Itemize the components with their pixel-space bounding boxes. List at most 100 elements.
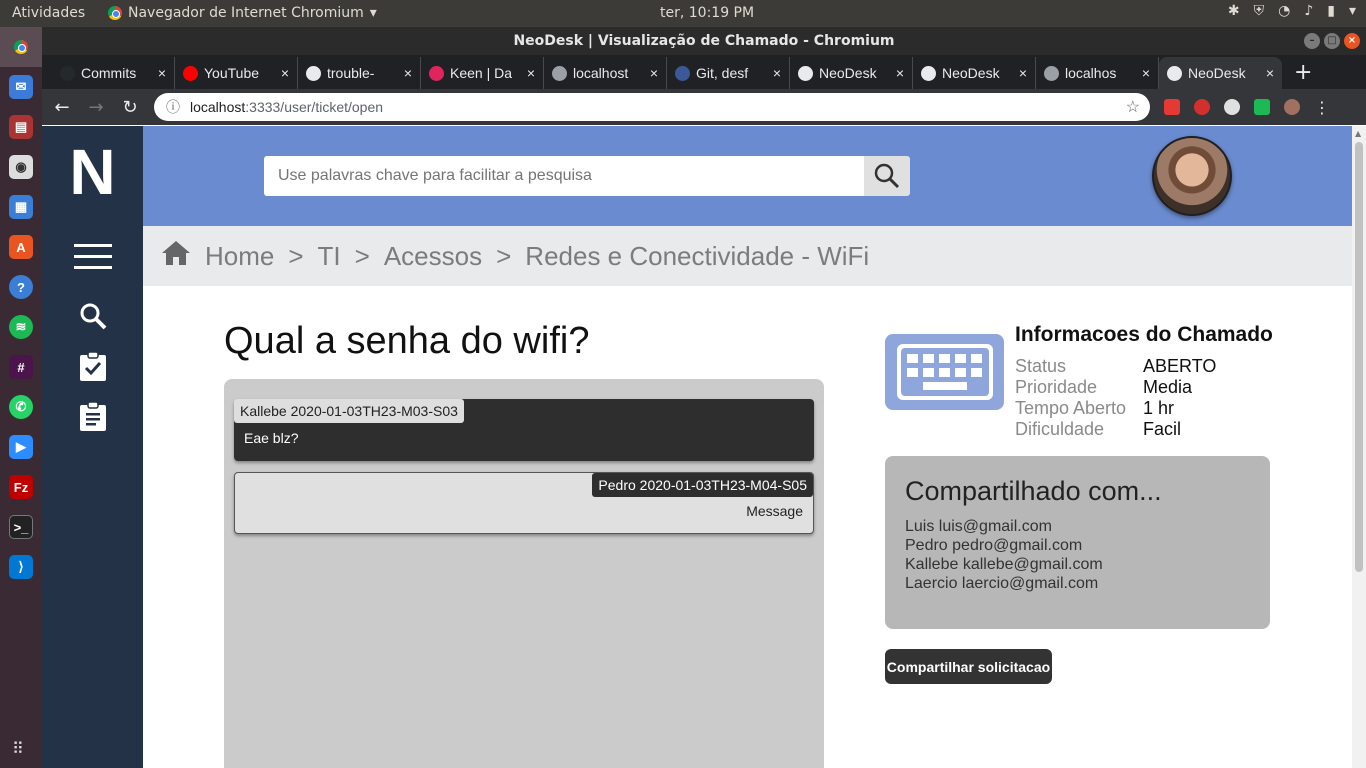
terminal-icon[interactable]: >_	[9, 515, 33, 539]
browser-tab[interactable]: Git, desf ×	[667, 57, 790, 89]
document-viewer-icon[interactable]: ▦	[9, 195, 33, 219]
slack-tray-icon[interactable]: ✱	[1228, 3, 1240, 19]
dock-chromium[interactable]	[0, 27, 42, 67]
chromium-icon	[108, 6, 122, 20]
message-author-stamp: Kallebe 2020-01-03TH23-M03-S03	[234, 399, 464, 423]
disk-icon[interactable]: ◉	[9, 155, 33, 179]
browser-tab[interactable]: NeoDesk ×	[1159, 57, 1282, 89]
browser-tab[interactable]: localhos ×	[1036, 57, 1159, 89]
clock[interactable]: ter, 10:19 PM	[660, 5, 754, 21]
tab-close-icon[interactable]: ×	[1019, 65, 1027, 81]
hamburger-menu-icon[interactable]	[73, 244, 112, 274]
browser-tab[interactable]: trouble- ×	[298, 57, 421, 89]
shared-with-title: Compartilhado com...	[905, 476, 1162, 506]
search-button[interactable]	[864, 156, 910, 196]
activities-button[interactable]: Atividades	[12, 5, 85, 21]
status-value: ABERTO	[1143, 356, 1217, 376]
extension-green-icon[interactable]	[1254, 99, 1270, 115]
tab-close-icon[interactable]: ×	[650, 65, 658, 81]
bookmark-star-icon[interactable]: ☆	[1126, 97, 1140, 117]
url-path: :3333/user/ticket/open	[245, 99, 384, 115]
scroll-up-arrow-icon[interactable]: ▲	[1355, 129, 1361, 138]
breadcrumb-home[interactable]: Home	[205, 241, 274, 272]
address-bar[interactable]: ⓘ localhost:3333/user/ticket/open ☆	[154, 93, 1150, 121]
browser-tab[interactable]: NeoDesk ×	[790, 57, 913, 89]
browser-window: NeoDesk | Visualização de Chamado - Chro…	[42, 27, 1366, 768]
scrollbar-thumb[interactable]	[1355, 142, 1363, 572]
tab-close-icon[interactable]: ×	[527, 65, 535, 81]
show-applications-icon[interactable]: ⠿	[12, 739, 24, 758]
help-icon[interactable]: ?	[9, 275, 33, 299]
archive-icon[interactable]: ▤	[9, 115, 33, 139]
whatsapp-icon[interactable]: ✆	[9, 395, 33, 419]
info-row-difficulty: Dificuldade Facil	[1015, 419, 1216, 440]
tab-close-icon[interactable]: ×	[281, 65, 289, 81]
filezilla-icon[interactable]: Fz	[9, 475, 33, 499]
app-menu[interactable]: Navegador de Internet Chromium ▾	[108, 5, 377, 21]
tab-favicon-icon	[552, 65, 567, 81]
tab-close-icon[interactable]: ×	[1266, 65, 1274, 81]
forward-button[interactable]: →	[86, 97, 106, 118]
browser-tab[interactable]: NeoDesk ×	[913, 57, 1036, 89]
back-button[interactable]: ←	[52, 97, 72, 118]
vscode-icon[interactable]: ⟩	[9, 555, 33, 579]
profile-avatar-icon[interactable]	[1284, 99, 1300, 115]
clipboard-check-icon[interactable]	[79, 351, 107, 386]
site-info-icon[interactable]: ⓘ	[166, 97, 180, 117]
tab-close-icon[interactable]: ×	[158, 65, 166, 81]
browser-tab[interactable]: YouTube ×	[175, 57, 298, 89]
new-tab-button[interactable]: +	[1294, 60, 1312, 85]
power-menu-icon[interactable]: ▾	[1349, 3, 1356, 19]
user-avatar[interactable]	[1152, 136, 1232, 216]
shared-user: Pedro pedro@gmail.com	[905, 537, 1083, 554]
tab-close-icon[interactable]: ×	[896, 65, 904, 81]
page-scrollbar[interactable]: ▲	[1352, 126, 1366, 768]
browser-menu-icon[interactable]: ⋮	[1314, 98, 1330, 117]
breadcrumb-ti[interactable]: TI	[318, 241, 341, 272]
battery-icon[interactable]: ▮	[1327, 3, 1335, 19]
tab-title: NeoDesk	[942, 65, 1000, 81]
priority-value: Media	[1143, 377, 1193, 397]
search-input[interactable]	[264, 156, 864, 196]
home-icon[interactable]	[161, 240, 191, 273]
reload-button[interactable]: ↻	[120, 97, 140, 118]
tab-close-icon[interactable]: ×	[773, 65, 781, 81]
share-request-button[interactable]: Compartilhar solicitacao	[885, 649, 1052, 684]
tab-title: Keen | Da	[450, 65, 513, 81]
browser-tab[interactable]: Keen | Da ×	[421, 57, 544, 89]
url-host: localhost	[190, 99, 246, 115]
tab-close-icon[interactable]: ×	[404, 65, 412, 81]
software-center-icon[interactable]: A	[9, 235, 33, 259]
app-sidebar: N	[42, 126, 143, 768]
shield-update-icon[interactable]: ⛨	[1254, 3, 1265, 19]
app-logo[interactable]: N	[69, 136, 115, 208]
spotify-icon[interactable]: ≋	[9, 315, 33, 339]
shared-user: Kallebe kallebe@gmail.com	[905, 556, 1103, 573]
extension-eyedropper-icon[interactable]	[1224, 99, 1240, 115]
tab-favicon-icon	[798, 65, 813, 81]
tab-favicon-icon	[60, 65, 75, 81]
volume-icon[interactable]: ♪	[1304, 3, 1313, 19]
tab-close-icon[interactable]: ×	[1142, 65, 1150, 81]
browser-tab[interactable]: localhost ×	[544, 57, 667, 89]
ticket-info-table: Status ABERTO Prioridade Media Tempo Abe…	[1015, 356, 1216, 440]
app-header	[143, 126, 1352, 226]
search-icon[interactable]	[79, 302, 107, 334]
breadcrumb-acessos[interactable]: Acessos	[384, 241, 482, 272]
clipboard-list-icon[interactable]	[79, 401, 107, 436]
slack-icon[interactable]: #	[9, 355, 33, 379]
extension-hand-icon[interactable]	[1194, 99, 1210, 115]
zoom-icon[interactable]: ▶	[9, 435, 33, 459]
tab-title: YouTube	[204, 65, 260, 81]
minimize-button[interactable]: –	[1304, 33, 1320, 49]
message-text: Eae blz?	[244, 430, 299, 446]
chromium-icon	[14, 40, 28, 54]
close-window-button[interactable]: ×	[1344, 33, 1360, 49]
browser-tab[interactable]: Commits ×	[52, 57, 175, 89]
maximize-button[interactable]: □	[1324, 33, 1340, 49]
wifi-icon[interactable]: ◔	[1278, 3, 1290, 19]
ticket-question-title: Qual a senha do wifi?	[224, 320, 590, 362]
extension-red-icon[interactable]	[1164, 99, 1180, 115]
system-tray[interactable]: ✱ ⛨ ◔ ♪ ▮ ▾	[1228, 3, 1356, 19]
thunderbird-icon[interactable]: ✉	[9, 75, 33, 99]
